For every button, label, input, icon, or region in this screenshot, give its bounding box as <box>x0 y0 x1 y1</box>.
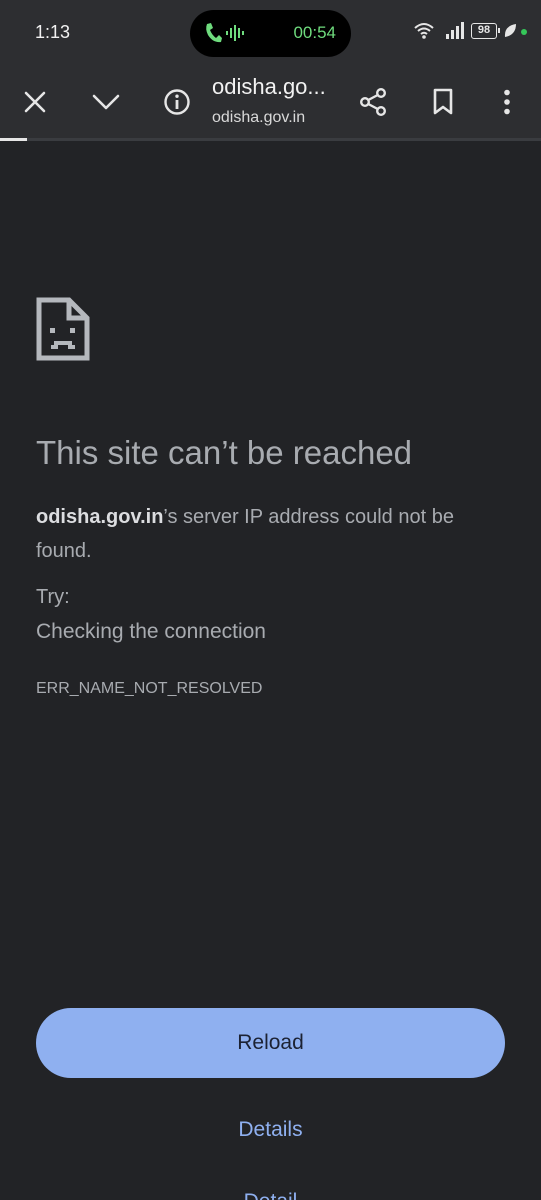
call-timer: 00:54 <box>293 23 336 42</box>
progress-fill <box>0 138 28 141</box>
info-icon <box>164 89 190 115</box>
error-domain: odisha.gov.in <box>36 506 164 528</box>
close-button[interactable] <box>13 80 57 124</box>
browser-screen: 1:13 00:54 98 odisha.go... odisha.gov.in… <box>0 0 541 1200</box>
share-icon <box>360 88 387 117</box>
more-options-button[interactable] <box>485 80 529 124</box>
try-label: Try: <box>36 586 70 608</box>
error-code: ERR_NAME_NOT_RESOLVED <box>36 680 263 697</box>
reload-button[interactable]: Reload <box>36 1008 505 1078</box>
more-vert-icon <box>504 89 510 115</box>
sad-page-icon <box>36 297 90 361</box>
phone-icon <box>206 23 222 43</box>
page-title[interactable]: odisha.go... <box>212 74 326 100</box>
ongoing-call-pill[interactable]: 00:54 <box>190 10 351 57</box>
voice-wave-icon <box>226 25 244 41</box>
details-button-ghost: Detail <box>0 1190 541 1200</box>
error-description: odisha.gov.in’s server IP address could … <box>36 500 506 568</box>
suggestion-check-connection: Checking the connection <box>36 620 266 643</box>
url-host[interactable]: odisha.gov.in <box>212 109 305 127</box>
leaf-icon <box>504 24 516 37</box>
battery-indicator: 98 <box>471 23 500 39</box>
error-title: This site can’t be reached <box>36 434 413 471</box>
custom-tab-toolbar: odisha.go... odisha.gov.in <box>0 66 541 140</box>
signal-icon <box>446 22 464 39</box>
share-button[interactable] <box>351 80 395 124</box>
page-load-progress-bar <box>0 138 541 141</box>
privacy-indicator-dot <box>521 29 527 35</box>
wifi-icon <box>414 23 434 39</box>
status-time: 1:13 <box>35 22 71 42</box>
details-button[interactable]: Details <box>0 1118 541 1142</box>
minimize-button[interactable] <box>84 80 128 124</box>
status-bar: 1:13 00:54 98 <box>0 0 541 66</box>
page-info-button[interactable] <box>155 80 199 124</box>
chevron-down-icon <box>92 94 120 110</box>
bookmark-button[interactable] <box>421 80 465 124</box>
bookmark-icon <box>433 88 453 115</box>
close-icon <box>24 91 46 113</box>
